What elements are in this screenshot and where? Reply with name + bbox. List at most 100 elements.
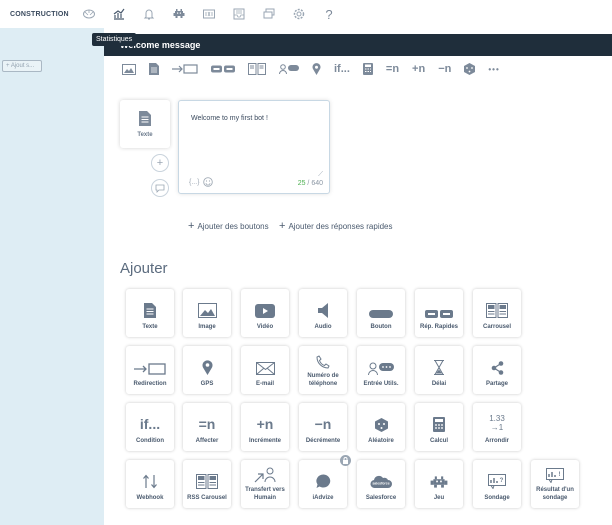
- condition-glyph: if...: [139, 416, 161, 432]
- tile-delay[interactable]: Délai: [415, 346, 463, 394]
- sequence-title: Welcome message: [104, 34, 612, 56]
- tile-transfer-human[interactable]: Transfert vers Humain: [241, 460, 289, 508]
- tile-label: Affecter: [195, 438, 219, 444]
- bell-icon[interactable]: [142, 7, 156, 21]
- carousel-icon[interactable]: [248, 60, 266, 78]
- tile-audio[interactable]: Audio: [299, 289, 347, 337]
- tile-label: Calcul: [429, 438, 448, 444]
- tile-phone[interactable]: Numéro de téléphone: [299, 346, 347, 394]
- tile-iadvize[interactable]: iAdvize: [299, 460, 347, 508]
- increment-tool[interactable]: +n: [412, 60, 425, 78]
- user-input-icon[interactable]: [279, 60, 299, 78]
- variables-icon[interactable]: [202, 7, 216, 21]
- transfer-human-icon: [254, 467, 276, 483]
- svg-text:?: ?: [500, 478, 504, 484]
- plus-icon: +: [188, 220, 195, 232]
- tile-increment[interactable]: +n Incrémente: [241, 403, 289, 451]
- document-icon[interactable]: [149, 60, 159, 78]
- tile-label: Numéro de téléphone: [307, 373, 339, 387]
- more-tools-button[interactable]: •••: [488, 60, 499, 78]
- tile-quick-replies[interactable]: Rép. Rapides: [415, 289, 463, 337]
- brain-icon[interactable]: [82, 7, 96, 21]
- tile-condition[interactable]: if... Condition: [126, 403, 174, 451]
- tile-label: Texte: [142, 324, 158, 330]
- round-glyph-top: 1.33: [489, 414, 505, 423]
- random-die-icon[interactable]: [464, 60, 476, 78]
- tile-user-input[interactable]: Entrée Utils.: [357, 346, 405, 394]
- tile-label: Entrée Utils.: [363, 381, 399, 387]
- invader-icon[interactable]: [172, 7, 186, 21]
- tile-share[interactable]: Partage: [473, 346, 521, 394]
- tile-redirection[interactable]: Redirection: [126, 346, 174, 394]
- insert-variable-button[interactable]: {...}: [189, 177, 213, 187]
- chat-windows-icon[interactable]: [262, 7, 276, 21]
- tile-label: iAdvize: [312, 495, 334, 501]
- tile-gps[interactable]: GPS: [183, 346, 231, 394]
- tile-poll[interactable]: ? Sondage: [473, 460, 521, 508]
- tile-text[interactable]: Texte: [126, 289, 174, 337]
- button-icon: [369, 310, 393, 318]
- calculator-icon[interactable]: [362, 60, 373, 78]
- tile-game[interactable]: Jeu: [415, 460, 463, 508]
- tile-label: Redirection: [133, 381, 167, 387]
- top-bar: CONSTRUCTION ?: [0, 0, 612, 28]
- assign-tool[interactable]: =n: [386, 60, 399, 78]
- condition-tool[interactable]: if...: [334, 60, 350, 78]
- tile-salesforce[interactable]: salesforce Salesforce: [357, 460, 405, 508]
- add-buttons-link[interactable]: + Ajouter des boutons: [188, 220, 269, 232]
- resize-handle-icon[interactable]: ⟋: [318, 171, 323, 179]
- add-quick-replies-label: Ajouter des réponses rapides: [288, 221, 393, 231]
- tile-label: Carrousel: [482, 324, 511, 330]
- calculator-icon: [433, 417, 445, 432]
- tile-assign[interactable]: =n Affecter: [183, 403, 231, 451]
- tile-random[interactable]: Aléatoire: [357, 403, 405, 451]
- message-text-area[interactable]: Welcome to my first bot ! ⟋ {...} 25 / 6…: [178, 100, 330, 194]
- tile-video[interactable]: Vidéo: [241, 289, 289, 337]
- tile-webhook[interactable]: Webhook: [126, 460, 174, 508]
- text-block-card[interactable]: Texte: [120, 100, 170, 148]
- tile-button[interactable]: Bouton: [357, 289, 405, 337]
- tile-image[interactable]: Image: [183, 289, 231, 337]
- tile-rss-carousel[interactable]: RSS Carousel: [183, 460, 231, 508]
- redirect-icon[interactable]: [172, 60, 198, 78]
- tile-decrement[interactable]: −n Décrémente: [299, 403, 347, 451]
- add-block-plus-button[interactable]: +: [151, 154, 169, 172]
- add-sequence-button[interactable]: + Ajout s...: [2, 60, 42, 72]
- tile-label: Condition: [136, 438, 164, 444]
- video-play-icon: [255, 304, 275, 318]
- tile-label: Webhook: [136, 495, 164, 501]
- share-icon: [491, 361, 503, 375]
- message-text[interactable]: Welcome to my first bot !: [191, 115, 268, 122]
- tile-label: E-mail: [255, 381, 274, 387]
- tile-label: Aléatoire: [368, 438, 394, 444]
- add-quick-replies-link[interactable]: + Ajouter des réponses rapides: [279, 220, 393, 232]
- decrement-tool[interactable]: −n: [438, 60, 451, 78]
- lock-icon: [340, 455, 351, 466]
- phone-icon: [316, 355, 330, 369]
- construction-tab[interactable]: CONSTRUCTION: [6, 8, 69, 20]
- settings-gear-icon[interactable]: [292, 7, 306, 21]
- comment-button[interactable]: [151, 179, 169, 197]
- tile-poll-result[interactable]: ! Résultat d'un sondage: [531, 460, 579, 508]
- tile-label: Audio: [314, 324, 332, 330]
- construction-label: CONSTRUCTION: [10, 10, 69, 18]
- svg-text:!: !: [559, 472, 561, 478]
- block-toolbar: if... =n +n −n •••: [122, 60, 513, 78]
- image-icon: [197, 303, 217, 318]
- poll-icon: ?: [488, 474, 506, 489]
- tile-carousel[interactable]: Carrousel: [473, 289, 521, 337]
- space-invader-icon: [430, 476, 448, 488]
- tile-calculation[interactable]: Calcul: [415, 403, 463, 451]
- statistics-icon[interactable]: [112, 7, 126, 21]
- help-icon[interactable]: ?: [322, 7, 336, 22]
- image-icon[interactable]: [122, 60, 136, 78]
- iadvize-chat-icon: [315, 474, 330, 488]
- inbox-icon[interactable]: [232, 7, 246, 21]
- quick-replies-icon[interactable]: [211, 60, 235, 78]
- tile-round[interactable]: 1.33 →1 Arrondir: [473, 403, 521, 451]
- emoji-icon[interactable]: [202, 177, 213, 187]
- gps-pin-icon[interactable]: [312, 60, 321, 78]
- user-input-icon: [368, 362, 394, 375]
- tile-label: Jeu: [433, 495, 445, 501]
- tile-email[interactable]: E-mail: [241, 346, 289, 394]
